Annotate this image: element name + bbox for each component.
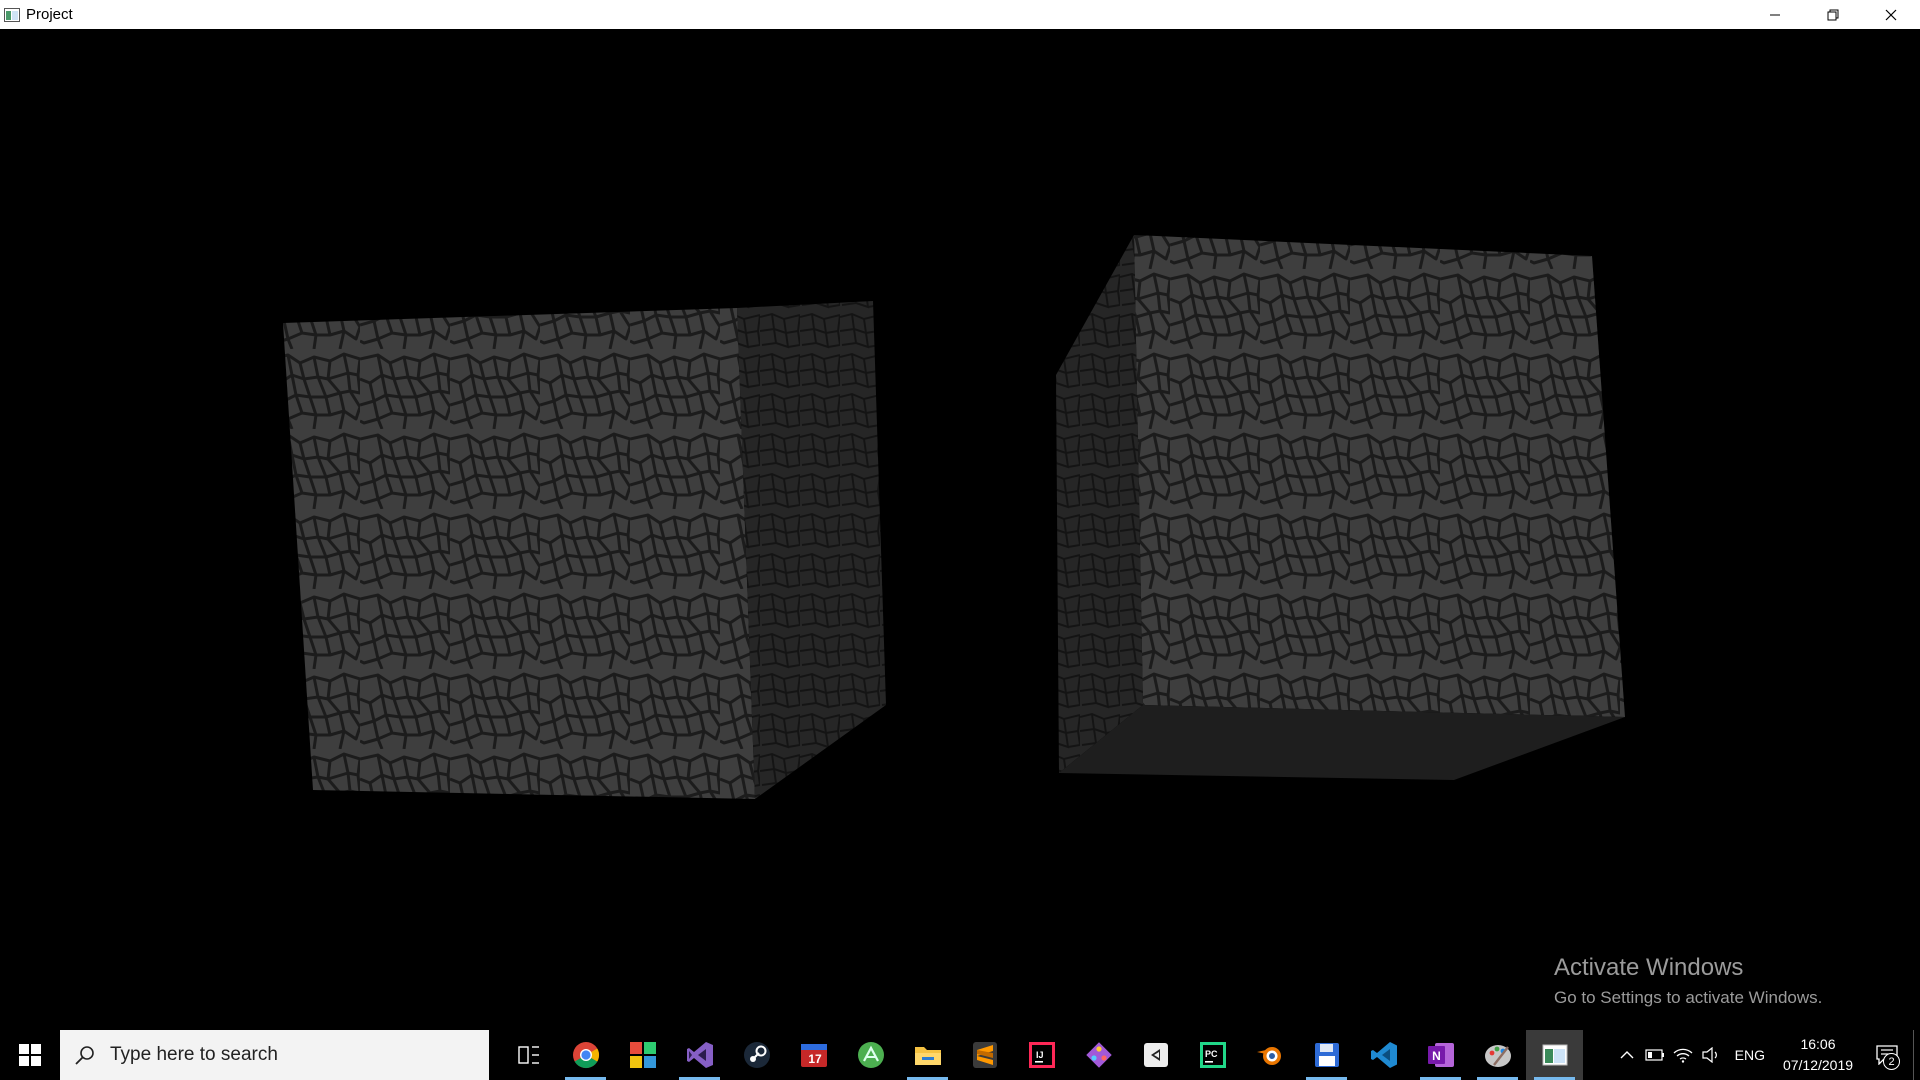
clock[interactable]: 16:06 07/12/2019 <box>1775 1034 1861 1076</box>
notification-count-badge: 2 <box>1883 1053 1900 1070</box>
battery-icon <box>1645 1049 1664 1061</box>
task-view-button[interactable] <box>500 1030 557 1080</box>
taskbar-app-onenote[interactable]: N <box>1412 1030 1469 1080</box>
taskbar-app-visual-studio[interactable] <box>671 1030 728 1080</box>
clock-date: 07/12/2019 <box>1782 1057 1854 1073</box>
svg-text:17: 17 <box>808 1052 822 1066</box>
android-studio-icon <box>857 1042 884 1068</box>
network-button[interactable] <box>1669 1030 1697 1080</box>
file-explorer-icon <box>914 1047 941 1065</box>
show-hidden-icons-button[interactable] <box>1613 1030 1641 1080</box>
taskbar-app-vscode[interactable] <box>1355 1030 1412 1080</box>
title-bar[interactable]: Project <box>0 0 1920 29</box>
taskbar-apps: 17 IJ PC N <box>500 1030 1583 1080</box>
taskbar-app-blender[interactable] <box>1241 1030 1298 1080</box>
minimize-icon <box>1770 14 1780 15</box>
app-window-icon <box>4 7 20 22</box>
start-button[interactable] <box>0 1030 60 1080</box>
watermark-subtitle: Go to Settings to activate Windows. <box>1554 988 1823 1007</box>
taskbar-app-intellij[interactable]: IJ <box>1013 1030 1070 1080</box>
watermark-title: Activate Windows <box>1554 954 1744 981</box>
render-viewport[interactable]: Activate Windows Go to Settings to activ… <box>0 29 1920 1030</box>
taskbar-app-paint[interactable] <box>1469 1030 1526 1080</box>
taskbar-app-calendar[interactable]: 17 <box>785 1030 842 1080</box>
right-cube <box>1056 235 1625 780</box>
left-cube-front-face <box>283 308 755 799</box>
taskbar-search-box[interactable]: Type here to search <box>60 1030 489 1080</box>
chrome-icon <box>572 1042 599 1069</box>
onenote-icon: N <box>1427 1043 1454 1067</box>
close-icon <box>1885 9 1897 20</box>
clock-time: 16:06 <box>1800 1036 1836 1052</box>
taskbar-app-sublime-text[interactable] <box>956 1030 1013 1080</box>
restore-icon <box>1827 9 1839 20</box>
taskbar-app-pycharm[interactable]: PC <box>1184 1030 1241 1080</box>
volume-button[interactable] <box>1697 1030 1725 1080</box>
taskbar-app-unity[interactable] <box>1127 1030 1184 1080</box>
svg-text:PC: PC <box>1205 1049 1218 1059</box>
taskbar: Type here to search 17 IJ PC N ENG 16:06… <box>0 1030 1920 1080</box>
search-icon <box>75 1046 94 1065</box>
calendar-app-icon: 17 <box>800 1044 827 1067</box>
pycharm-icon: PC <box>1199 1042 1226 1068</box>
unity-icon <box>1143 1043 1168 1067</box>
sublime-text-icon <box>972 1042 997 1068</box>
left-cube <box>283 301 886 799</box>
taskbar-app-steam[interactable] <box>728 1030 785 1080</box>
vscode-icon <box>1370 1042 1397 1068</box>
minimize-button[interactable] <box>1746 0 1804 29</box>
input-language[interactable]: ENG <box>1725 1047 1775 1063</box>
action-center-button[interactable]: 2 <box>1861 1030 1913 1080</box>
blender-icon <box>1256 1047 1281 1065</box>
window-controls <box>1746 0 1920 29</box>
steam-icon <box>743 1042 770 1068</box>
restore-button[interactable] <box>1804 0 1862 29</box>
project-window: Project Activate Windows Go to Settings … <box>0 0 1920 1080</box>
visual-studio-icon <box>686 1042 713 1068</box>
right-cube-front-face <box>1134 235 1625 717</box>
task-view-icon <box>517 1046 539 1064</box>
intellij-icon: IJ <box>1028 1042 1055 1068</box>
taskbar-app-file-explorer[interactable] <box>899 1030 956 1080</box>
svg-text:IJ: IJ <box>1036 1050 1044 1060</box>
paint-icon <box>1484 1045 1511 1067</box>
windows-logo-icon <box>19 1044 41 1066</box>
speaker-icon <box>1702 1047 1717 1063</box>
chevron-up-icon <box>1620 1051 1634 1059</box>
close-button[interactable] <box>1862 0 1920 29</box>
window-title: Project <box>26 6 73 23</box>
battery-button[interactable] <box>1641 1030 1669 1080</box>
scene-canvas <box>283 235 1625 799</box>
project-window-icon <box>1542 1044 1567 1066</box>
show-desktop-button[interactable] <box>1913 1030 1920 1080</box>
taskbar-app-git[interactable] <box>1070 1030 1127 1080</box>
taskbar-app-color-grid[interactable] <box>614 1030 671 1080</box>
color-grid-app-icon <box>629 1042 656 1068</box>
right-cube-side-face <box>1056 235 1143 773</box>
save-disk-icon <box>1314 1043 1339 1067</box>
search-placeholder: Type here to search <box>110 1044 278 1065</box>
right-cube-bottom-face <box>1059 705 1625 780</box>
taskbar-app-android-studio[interactable] <box>842 1030 899 1080</box>
git-app-icon <box>1085 1042 1112 1068</box>
left-cube-side-face <box>737 301 886 799</box>
system-tray: ENG 16:06 07/12/2019 2 <box>1613 1030 1920 1080</box>
svg-text:N: N <box>1432 1049 1441 1063</box>
taskbar-app-save-disk[interactable] <box>1298 1030 1355 1080</box>
activation-watermark: Activate Windows Go to Settings to activ… <box>1554 954 1822 1008</box>
taskbar-app-chrome[interactable] <box>557 1030 614 1080</box>
wifi-icon <box>1673 1048 1693 1063</box>
taskbar-app-project[interactable] <box>1526 1030 1583 1080</box>
